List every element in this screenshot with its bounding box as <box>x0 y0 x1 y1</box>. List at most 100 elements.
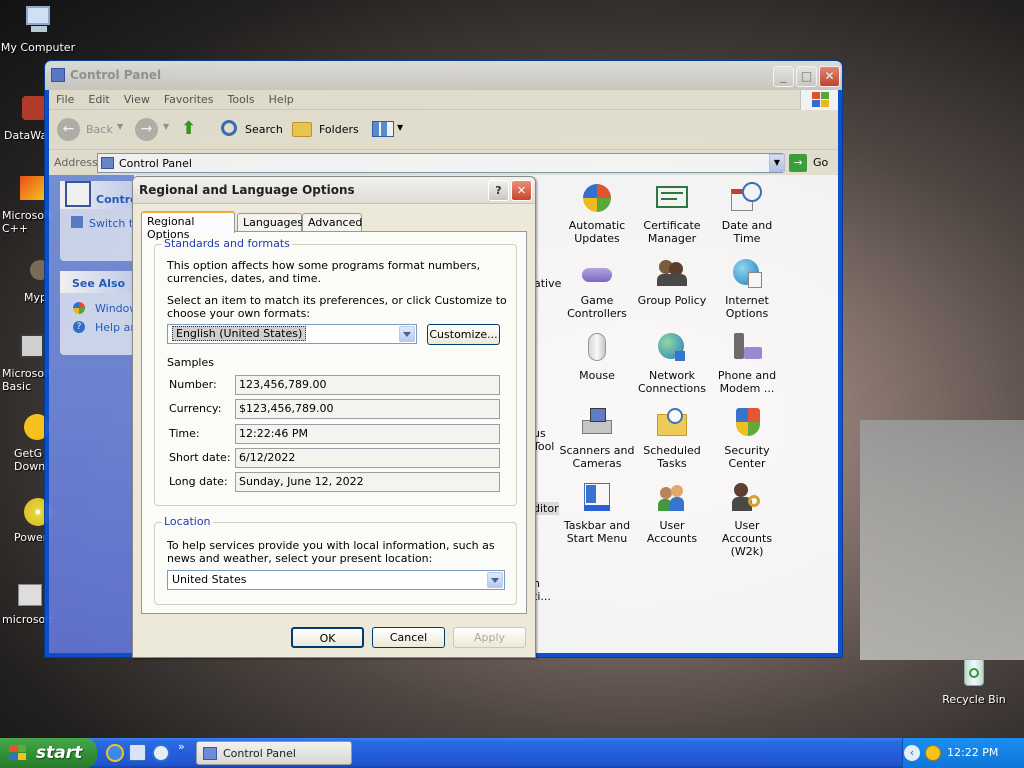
group-label: Location <box>162 515 213 528</box>
sample-currency-value: $123,456,789.00 <box>235 399 500 419</box>
back-label: Back <box>86 123 113 136</box>
folders-button[interactable]: Folders <box>292 118 359 142</box>
maximize-button[interactable]: □ <box>796 66 817 87</box>
cp-item-label: Phone and Modem ... <box>717 369 777 395</box>
taskbar: start » Control Panel ‹ 12:22 PM <box>0 738 1024 768</box>
see-also-title: See Also <box>72 277 126 290</box>
switch-view-link[interactable]: Switch t <box>89 217 133 230</box>
cp-item-label: Internet Options <box>725 294 769 320</box>
menu-edit[interactable]: Edit <box>81 90 116 109</box>
standards-description: This option affects how some programs fo… <box>167 259 481 285</box>
cp-item-internet-options[interactable]: Internet Options <box>708 256 786 320</box>
control-panel-icon <box>51 68 65 82</box>
go-label: Go <box>813 156 829 169</box>
start-button[interactable]: start <box>0 738 97 768</box>
address-input[interactable]: Control Panel <box>97 153 783 173</box>
security-alert-icon[interactable] <box>925 745 941 761</box>
windows-update-icon <box>580 181 614 215</box>
cp-item-phone-and-modem[interactable]: Phone and Modem ... <box>708 331 786 395</box>
desktop-icon-recycle-bin[interactable]: Recycle Bin <box>936 656 1012 706</box>
tab-languages[interactable]: Languages <box>237 213 303 232</box>
minimize-button[interactable]: _ <box>773 66 794 87</box>
sample-long-date-value: Sunday, June 12, 2022 <box>235 472 500 492</box>
search-button[interactable]: Search <box>221 118 287 142</box>
cancel-button[interactable]: Cancel <box>372 627 445 648</box>
cp-item-network-connections[interactable]: Network Connections <box>633 331 711 395</box>
up-folder-icon[interactable]: ⬆ <box>181 118 205 142</box>
standards-select-prompt: Select an item to match its preferences,… <box>167 294 507 320</box>
go-button[interactable]: → Go <box>789 153 833 173</box>
tab-page-regional-options: Standards and formats This option affect… <box>141 231 527 614</box>
desktop-icon-label: Recycle Bin <box>942 693 1006 706</box>
address-bar: Address Control Panel ▼ → Go <box>49 150 838 175</box>
chevron-right-icon[interactable]: » <box>178 740 185 753</box>
cp-item-automatic-updates[interactable]: Automatic Updates <box>558 181 636 245</box>
address-label: Address <box>54 156 98 169</box>
cp-item-label: Mouse <box>579 369 615 382</box>
tab-advanced[interactable]: Advanced <box>302 213 362 232</box>
samples-label: Samples <box>167 356 214 369</box>
cp-item-certificate-manager[interactable]: Certificate Manager <box>633 181 711 245</box>
back-arrow-icon: ← <box>57 118 80 141</box>
cp-item-label: Certificate Manager <box>643 219 701 245</box>
menu-help[interactable]: Help <box>262 90 301 109</box>
chevron-left-icon[interactable]: ‹ <box>904 745 920 761</box>
cp-item-group-policy[interactable]: Group Policy <box>633 256 711 307</box>
cp-item-scheduled-tasks[interactable]: Scheduled Tasks <box>633 406 711 470</box>
cp-item-mouse[interactable]: Mouse <box>558 331 636 382</box>
sample-number-value: 123,456,789.00 <box>235 375 500 395</box>
cp-item-label: User Accounts <box>646 519 698 545</box>
address-dropdown-button[interactable]: ▼ <box>769 154 785 172</box>
menu-favorites[interactable]: Favorites <box>157 90 221 109</box>
menu-tools[interactable]: Tools <box>221 90 262 109</box>
cp-item-scanners-and-cameras[interactable]: Scanners and Cameras <box>558 406 636 470</box>
ok-button[interactable]: OK <box>291 627 364 648</box>
background-photo-region <box>860 420 1024 660</box>
internet-explorer-icon[interactable] <box>106 744 124 762</box>
see-also-link-help[interactable]: Help an <box>95 321 137 334</box>
item-label-partial: ditor <box>533 502 559 515</box>
task-button-control-panel[interactable]: Control Panel <box>196 741 352 765</box>
clock: 12:22 PM <box>947 746 999 759</box>
desktop-icon-label: My Computer <box>0 41 76 54</box>
tab-regional-options[interactable]: Regional Options <box>141 211 235 241</box>
item-label-partial: Tool <box>533 440 555 453</box>
cp-item-security-center[interactable]: Security Center <box>708 406 786 470</box>
start-label: start <box>36 743 83 763</box>
desktop-icon-my-computer[interactable]: My Computer <box>0 4 76 54</box>
apply-button[interactable]: Apply <box>453 627 526 648</box>
window-titlebar[interactable]: Control Panel _ □ ✕ <box>45 61 842 90</box>
window-title: Control Panel <box>70 68 162 82</box>
menu-file[interactable]: File <box>49 90 81 109</box>
cp-item-label: Date and Time <box>721 219 773 245</box>
mouse-icon <box>580 331 614 365</box>
search-label: Search <box>245 123 283 136</box>
location-group: Location To help services provide you wi… <box>154 515 517 605</box>
views-button[interactable]: ▼ <box>372 119 406 141</box>
control-panel-icon <box>101 157 114 169</box>
locale-select[interactable]: English (United States) <box>167 324 417 344</box>
close-button[interactable]: ✕ <box>511 180 532 201</box>
help-button[interactable]: ? <box>488 180 509 201</box>
shield-icon <box>730 406 764 440</box>
menu-view[interactable]: View <box>117 90 157 109</box>
cp-item-date-and-time[interactable]: Date and Time <box>708 181 786 245</box>
cp-item-user-accounts[interactable]: User Accounts <box>633 481 711 545</box>
dialog-titlebar[interactable]: Regional and Language Options ? ✕ <box>133 177 535 204</box>
regional-language-dialog: Regional and Language Options ? ✕ Region… <box>132 176 536 658</box>
show-desktop-icon[interactable] <box>129 744 146 761</box>
chevron-down-icon: ▼ <box>117 122 124 131</box>
forward-arrow-icon: → <box>135 118 158 141</box>
back-button[interactable]: ← Back ▼ <box>55 118 129 142</box>
task-sidebar: Contro Switch t See Also Window ? Help a… <box>49 175 140 653</box>
close-button[interactable]: ✕ <box>819 66 840 87</box>
scanner-camera-icon <box>580 406 614 440</box>
media-player-icon[interactable] <box>152 744 170 762</box>
forward-button[interactable]: → ▼ <box>133 118 173 142</box>
cp-item-taskbar-start-menu[interactable]: Taskbar and Start Menu <box>558 481 636 545</box>
locale-selected-value: English (United States) <box>172 326 307 341</box>
location-select[interactable]: United States <box>167 570 505 590</box>
customize-button[interactable]: Customize... <box>427 324 500 345</box>
cp-item-user-accounts-w2k[interactable]: User Accounts (W2k) <box>708 481 786 558</box>
cp-item-game-controllers[interactable]: Game Controllers <box>558 256 636 320</box>
